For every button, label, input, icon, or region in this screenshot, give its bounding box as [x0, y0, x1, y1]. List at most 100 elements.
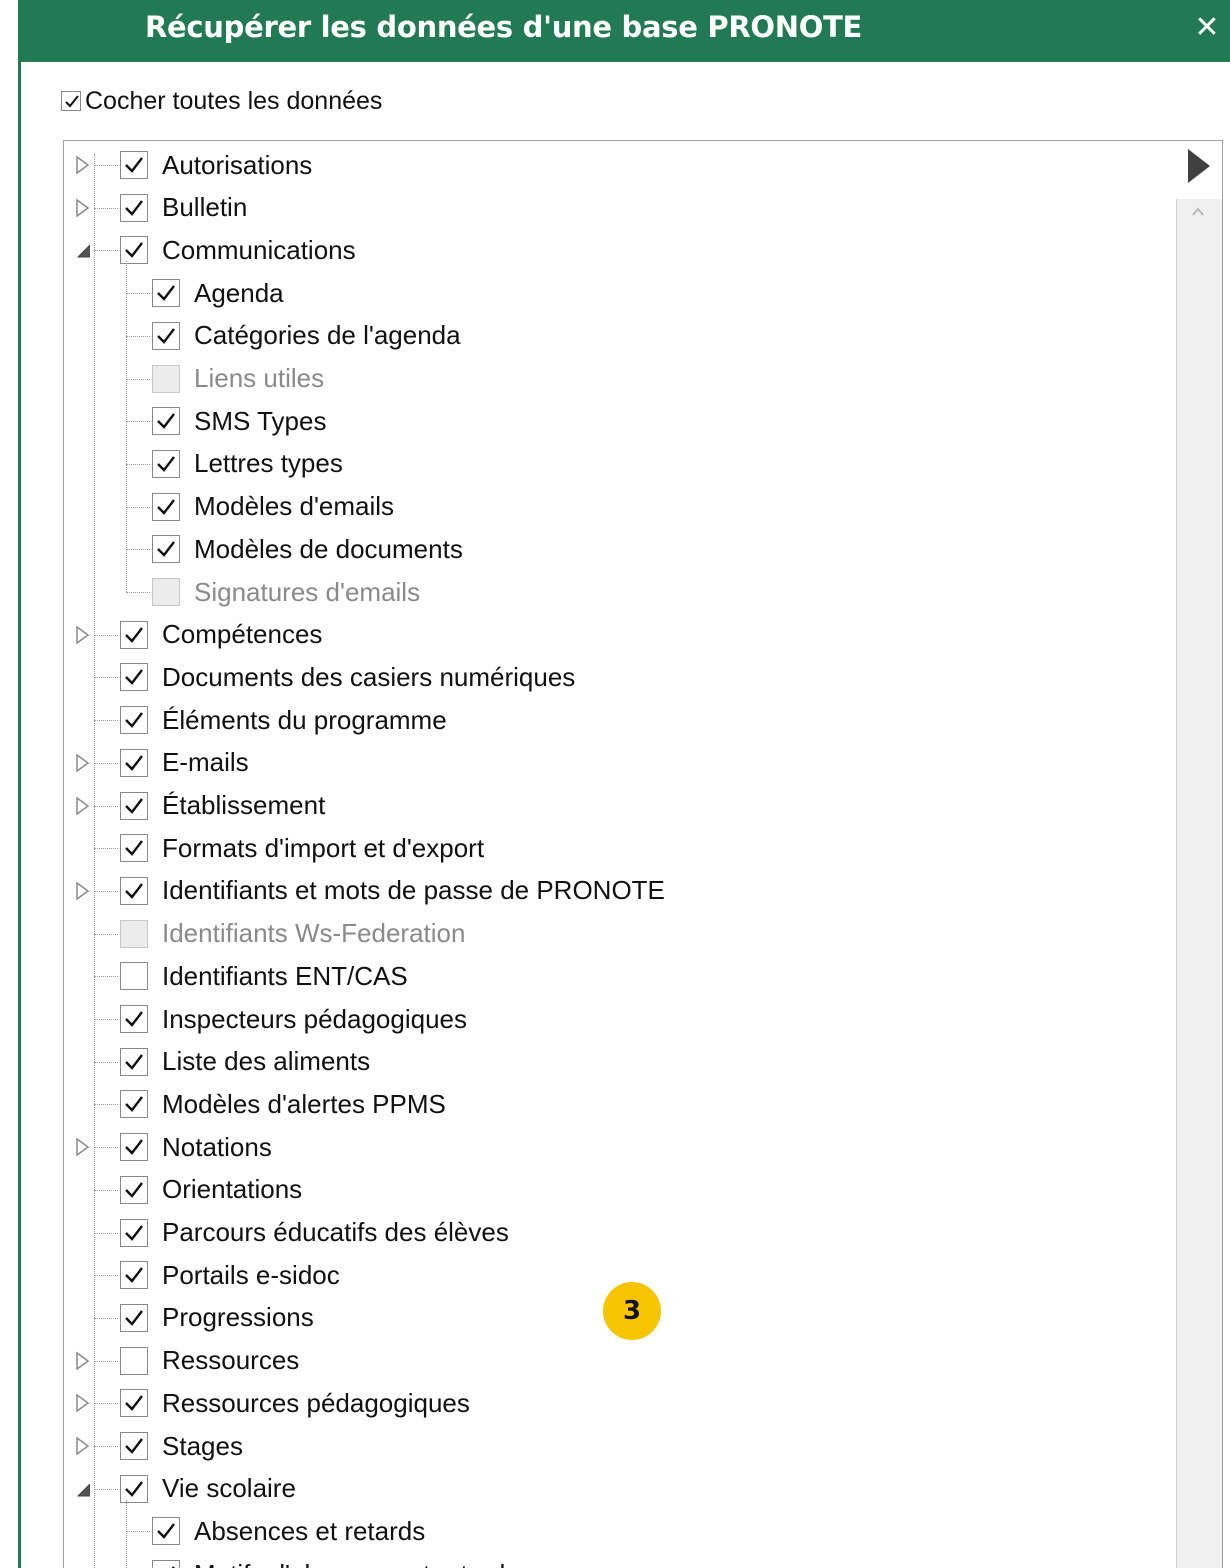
tree-item[interactable]: SMS Types [152, 400, 326, 442]
tree-item-checkbox[interactable] [120, 1432, 148, 1460]
tree-item-checkbox[interactable] [152, 1560, 180, 1568]
tree-item[interactable]: Parcours éducatifs des élèves [120, 1212, 509, 1254]
tree-item: Liens utiles [152, 358, 324, 400]
tree-connector [94, 933, 118, 935]
tree-item-checkbox[interactable] [152, 492, 180, 521]
tree-item[interactable]: Liste des aliments [120, 1041, 370, 1083]
expand-toggle-icon[interactable] [74, 197, 90, 217]
tree-item-label: Ressources pédagogiques [162, 1387, 470, 1418]
tree-item-checkbox[interactable] [120, 1346, 148, 1375]
tree-connector [94, 976, 118, 978]
tree-item-checkbox[interactable] [152, 449, 180, 478]
expand-toggle-icon[interactable] [74, 1136, 90, 1157]
tree-item-checkbox[interactable] [120, 1005, 148, 1033]
tree-item-checkbox[interactable] [120, 620, 148, 649]
check-icon [125, 1096, 143, 1113]
check-icon [125, 1224, 143, 1241]
tree-item-checkbox[interactable] [120, 791, 148, 820]
expand-toggle-icon[interactable] [74, 795, 90, 815]
tree-connector [94, 890, 118, 892]
tree-item-checkbox[interactable] [152, 407, 180, 436]
tree-item[interactable]: Éléments du programme [120, 699, 447, 741]
tree-connector [126, 378, 150, 380]
expand-toggle-icon[interactable] [74, 1350, 90, 1370]
tree-item-checkbox[interactable] [120, 193, 148, 222]
tree-item[interactable]: Vie scolaire [120, 1468, 296, 1510]
tree-item-checkbox[interactable] [120, 706, 148, 735]
expand-toggle-icon[interactable] [74, 752, 90, 772]
expand-toggle-icon[interactable] [74, 624, 90, 644]
scroll-right-button[interactable] [1176, 141, 1222, 199]
tree-item-checkbox[interactable] [120, 236, 148, 265]
tree-item-checkbox[interactable] [120, 1218, 148, 1247]
tree-item-checkbox[interactable] [120, 151, 148, 179]
tree-item-checkbox[interactable] [120, 1047, 148, 1076]
check-all-option[interactable]: Cocher toutes les données [61, 86, 382, 116]
tree-item-checkbox[interactable] [152, 321, 180, 350]
tree-item[interactable]: Stages [120, 1425, 243, 1467]
tree-item[interactable]: Formats d'import et d'export [120, 827, 484, 869]
collapse-toggle-icon[interactable] [74, 1478, 90, 1498]
tree-item-checkbox [120, 919, 148, 948]
tree-connector [94, 1104, 118, 1106]
tree-item[interactable]: Notations [120, 1126, 272, 1168]
chevron-up-icon[interactable] [1191, 205, 1205, 219]
tree-item-checkbox[interactable] [120, 962, 148, 991]
tree-item-checkbox[interactable] [152, 279, 180, 308]
tree-item[interactable]: Compétences [120, 614, 322, 656]
expand-toggle-icon[interactable] [74, 154, 90, 174]
check-icon [157, 456, 175, 472]
tree-item[interactable]: Modèles d'emails [152, 486, 394, 528]
tree-item[interactable]: Lettres types [152, 443, 343, 485]
tree-item-checkbox[interactable] [152, 535, 180, 564]
check-icon [65, 95, 79, 108]
vertical-scrollbar[interactable] [1176, 199, 1222, 1568]
tree-item[interactable]: Agenda [152, 272, 284, 314]
tree-item[interactable]: Absences et retards [152, 1510, 425, 1552]
tree-item[interactable]: Bulletin [120, 187, 247, 229]
check-icon [125, 755, 143, 771]
tree-item-checkbox[interactable] [120, 1090, 148, 1119]
tree-item[interactable]: Autorisations [120, 144, 312, 186]
tree-item[interactable]: Ressources [120, 1340, 299, 1382]
tree-item-checkbox[interactable] [120, 834, 148, 863]
tree-item[interactable]: Modèles de documents [152, 528, 463, 570]
tree-item-label: Inspecteurs pédagogiques [162, 1003, 468, 1034]
tree-item-checkbox[interactable] [120, 1389, 148, 1418]
tree-connector [126, 592, 150, 593]
tree-item[interactable]: Portails e-sidoc [120, 1254, 340, 1296]
expand-toggle-icon[interactable] [74, 1435, 90, 1455]
tree-item[interactable]: Orientations [120, 1169, 302, 1211]
tree-item[interactable]: Progressions [120, 1297, 314, 1339]
tree-item[interactable]: Documents des casiers numériques [120, 656, 575, 698]
tree-item-checkbox[interactable] [120, 1175, 148, 1204]
tree-item[interactable]: Établissement [120, 785, 325, 827]
callout-badge: 3 [603, 1282, 661, 1340]
tree-item[interactable]: E-mails [120, 742, 249, 784]
collapse-toggle-icon[interactable] [74, 239, 90, 259]
expand-toggle-icon[interactable] [74, 1392, 90, 1413]
check-icon [157, 285, 175, 301]
close-button[interactable]: ✕ [1187, 8, 1227, 48]
check-all-checkbox[interactable] [61, 91, 81, 111]
tree-connector [126, 1531, 150, 1533]
tree-item[interactable]: Identifiants ENT/CAS [120, 955, 408, 997]
tree-item-checkbox[interactable] [120, 1261, 148, 1290]
tree-item[interactable]: Identifiants et mots de passe de PRONOTE [120, 870, 665, 912]
tree-item-checkbox[interactable] [120, 1133, 148, 1162]
tree-item[interactable]: Catégories de l'agenda [152, 315, 461, 357]
tree-item-checkbox[interactable] [120, 663, 148, 692]
tree-item-checkbox[interactable] [120, 748, 148, 777]
tree-item[interactable]: Ressources pédagogiques [120, 1382, 470, 1424]
tree-item[interactable]: Modèles d'alertes PPMS [120, 1083, 446, 1125]
tree-item-checkbox[interactable] [120, 1474, 148, 1503]
tree-item[interactable]: Communications [120, 229, 356, 271]
tree-item-checkbox[interactable] [120, 876, 148, 905]
expand-toggle-icon[interactable] [74, 880, 90, 900]
tree-item-label: Stages [162, 1430, 243, 1461]
tree-item[interactable]: Motifs d'absences et retards [152, 1553, 518, 1568]
tree-item-checkbox[interactable] [120, 1303, 148, 1332]
tree-item-checkbox[interactable] [152, 1517, 180, 1546]
check-icon [157, 498, 175, 515]
tree-item[interactable]: Inspecteurs pédagogiques [120, 998, 467, 1040]
